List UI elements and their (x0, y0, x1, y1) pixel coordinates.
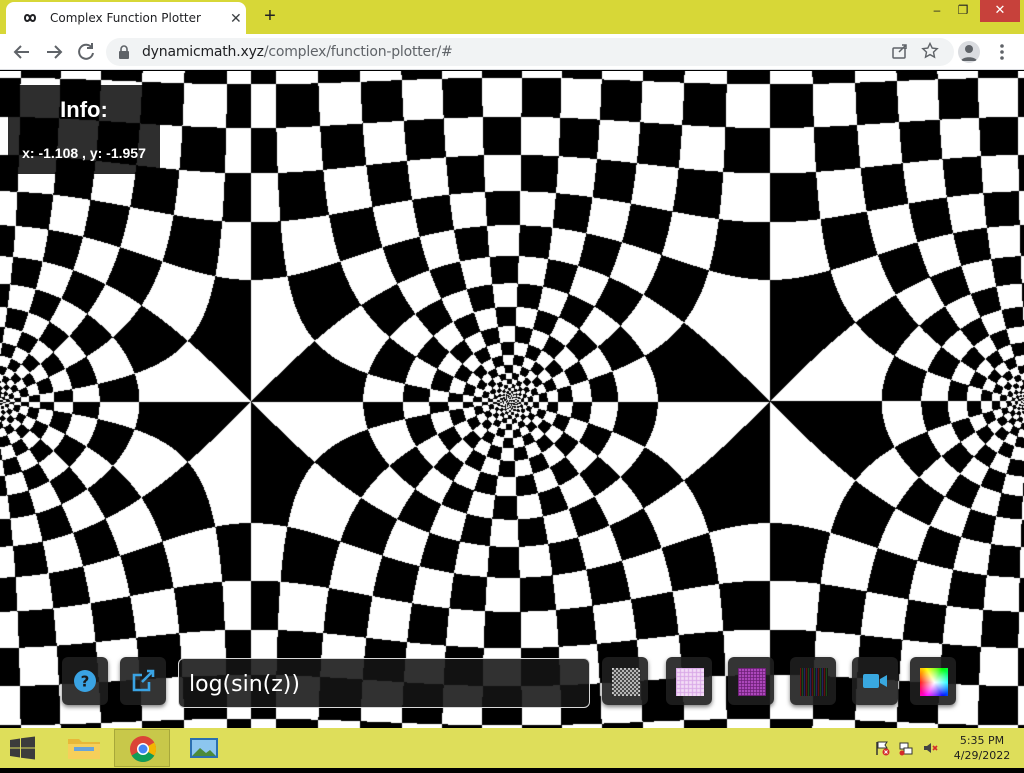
lock-icon[interactable] (118, 45, 130, 59)
texture-pink-button[interactable] (666, 657, 712, 705)
action-center-flag-icon[interactable] (874, 740, 890, 756)
help-button[interactable]: ? (62, 657, 108, 705)
texture-stripes-button[interactable] (790, 657, 836, 705)
windows-taskbar: 5:35 PM 4/29/2022 (0, 728, 1024, 768)
external-link-icon (132, 669, 155, 692)
new-tab-button[interactable]: + (258, 4, 282, 28)
tab-title: Complex Function Plotter (50, 11, 201, 25)
clock-date: 4/29/2022 (953, 749, 1011, 762)
browser-tab[interactable]: Complex Function Plotter ✕ (6, 2, 246, 34)
svg-text:?: ? (81, 673, 90, 691)
profile-avatar[interactable] (958, 41, 980, 63)
dark-stripes-texture-icon (800, 668, 828, 696)
info-title: Info: (60, 97, 108, 122)
open-external-button[interactable] (120, 657, 166, 705)
system-clock[interactable]: 5:35 PM 4/29/2022 (944, 733, 1020, 763)
chrome-icon (130, 736, 157, 763)
color-mode-button[interactable] (910, 657, 956, 705)
texture-checker-button[interactable] (602, 657, 648, 705)
volume-muted-icon[interactable] (922, 740, 938, 756)
record-video-button[interactable] (852, 657, 898, 705)
url-text[interactable]: dynamicmath.xyz/complex/function-plotter… (142, 44, 453, 60)
controls-bar: ? log(sin(z)) (0, 657, 1024, 708)
cursor-coordinates: x: -1.108 , y: -1.957 (22, 145, 146, 161)
bookmark-star-icon[interactable] (920, 41, 940, 62)
photos-taskbar-item[interactable] (176, 729, 232, 767)
clock-time: 5:35 PM (959, 734, 1005, 747)
chrome-taskbar-item[interactable] (114, 729, 170, 767)
tab-close-icon[interactable]: ✕ (230, 8, 242, 28)
share-icon[interactable] (890, 42, 910, 62)
maximize-button[interactable]: ❐ (948, 0, 978, 22)
forward-icon[interactable] (42, 40, 66, 64)
browser-toolbar: dynamicmath.xyz/complex/function-plotter… (0, 34, 1024, 70)
expression-input[interactable]: log(sin(z)) (178, 658, 590, 708)
browser-titlebar: Complex Function Plotter ✕ + – ❐ ✕ (0, 0, 1024, 34)
url-path: /complex/function-plotter/# (263, 44, 453, 60)
checker-texture-icon (612, 668, 640, 696)
back-icon[interactable] (10, 40, 34, 64)
help-circle-icon: ? (74, 670, 96, 692)
video-camera-icon (863, 674, 887, 688)
infinity-icon (23, 14, 37, 22)
image-viewer-icon (190, 738, 218, 758)
reload-icon[interactable] (74, 40, 98, 64)
texture-magenta-button[interactable] (728, 657, 774, 705)
pink-grid-texture-icon (676, 668, 704, 696)
address-bar[interactable]: dynamicmath.xyz/complex/function-plotter… (106, 38, 954, 66)
windows-start-icon[interactable] (8, 736, 38, 760)
close-window-button[interactable]: ✕ (980, 0, 1020, 22)
plotter-page: Info: x: -1.108 , y: -1.957 ? log(sin(z)… (0, 71, 1024, 728)
file-explorer-taskbar-item[interactable] (56, 729, 112, 767)
magenta-grid-texture-icon (738, 668, 766, 696)
url-host: dynamicmath.xyz (142, 44, 264, 60)
info-panel: Info: x: -1.108 , y: -1.957 (8, 85, 160, 174)
folder-icon (68, 739, 100, 759)
menu-kebab-icon[interactable] (992, 40, 1012, 64)
color-wheel-icon (920, 668, 948, 696)
network-icon[interactable] (898, 740, 914, 756)
